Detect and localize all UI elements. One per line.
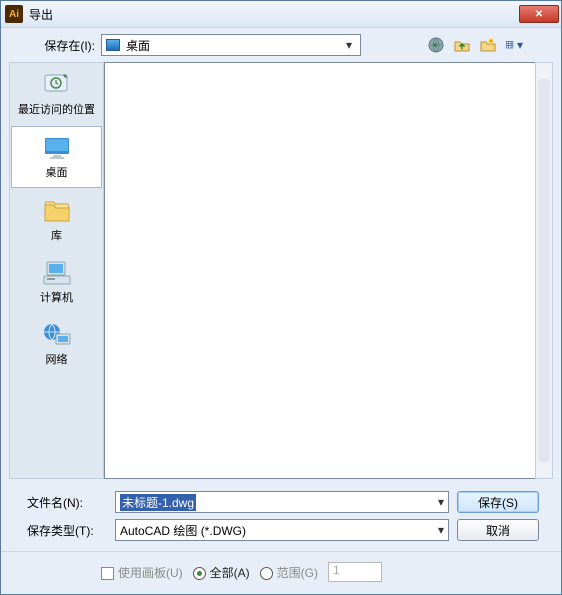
use-artboards-checkbox[interactable]: 使用画板(U) (101, 564, 183, 581)
main-area: 最近访问的位置 桌面 库 计算机 网络 (1, 62, 561, 487)
place-computer[interactable]: 计算机 (10, 251, 103, 313)
place-recent[interactable]: 最近访问的位置 (10, 63, 103, 125)
bottom-section: 文件名(N): 未标题-1.dwg ▾ 保存(S) 保存类型(T): AutoC… (1, 487, 561, 551)
app-logo-icon: Ai (5, 5, 23, 23)
place-network-label: 网络 (46, 351, 68, 367)
dropdown-arrow-icon: ▾ (438, 523, 444, 537)
range-input[interactable]: 1 (328, 562, 382, 582)
close-button[interactable]: ✕ (519, 5, 559, 23)
dropdown-arrow-icon: ▾ (438, 495, 444, 509)
place-desktop-label: 桌面 (46, 164, 68, 180)
titlebar: Ai 导出 ✕ (1, 1, 561, 28)
filename-value: 未标题-1.dwg (120, 494, 196, 511)
save-in-dropdown[interactable]: 桌面 ▾ (101, 34, 361, 56)
export-dialog: Ai 导出 ✕ 保存在(I): 桌面 ▾ ▾ (0, 0, 562, 595)
places-bar: 最近访问的位置 桌面 库 计算机 网络 (9, 62, 104, 479)
filetype-label: 保存类型(T): (27, 522, 107, 539)
save-in-value: 桌面 (126, 37, 346, 54)
place-computer-label: 计算机 (40, 289, 73, 305)
place-library[interactable]: 库 (10, 189, 103, 251)
file-list[interactable] (104, 62, 553, 479)
save-in-row: 保存在(I): 桌面 ▾ ▾ (1, 28, 561, 62)
scroll-track (538, 79, 550, 462)
new-folder-button[interactable] (479, 36, 497, 54)
window-title: 导出 (29, 6, 519, 23)
place-network[interactable]: 网络 (10, 313, 103, 375)
dropdown-arrow-icon: ▾ (346, 38, 360, 52)
scrollbar[interactable] (535, 62, 553, 479)
toolbar-icons: ▾ (427, 36, 553, 54)
place-recent-label: 最近访问的位置 (18, 101, 95, 117)
filetype-value: AutoCAD 绘图 (*.DWG) (120, 522, 246, 539)
place-library-label: 库 (51, 227, 62, 243)
cancel-button[interactable]: 取消 (457, 519, 539, 541)
artboard-options: 使用画板(U) 全部(A) 范围(G) 1 (1, 551, 561, 594)
right-pane (104, 62, 553, 479)
range-custom-radio[interactable]: 范围(G) (260, 564, 318, 581)
desktop-icon (106, 39, 120, 51)
views-menu-button[interactable]: ▾ (505, 36, 523, 54)
save-in-label: 保存在(I): (1, 37, 101, 54)
filename-input[interactable]: 未标题-1.dwg ▾ (115, 491, 449, 513)
filename-label: 文件名(N): (27, 494, 107, 511)
back-button[interactable] (427, 36, 445, 54)
save-button[interactable]: 保存(S) (457, 491, 539, 513)
place-desktop[interactable]: 桌面 (11, 126, 102, 188)
filetype-dropdown[interactable]: AutoCAD 绘图 (*.DWG) ▾ (115, 519, 449, 541)
up-one-level-button[interactable] (453, 36, 471, 54)
range-all-radio[interactable]: 全部(A) (193, 564, 250, 581)
